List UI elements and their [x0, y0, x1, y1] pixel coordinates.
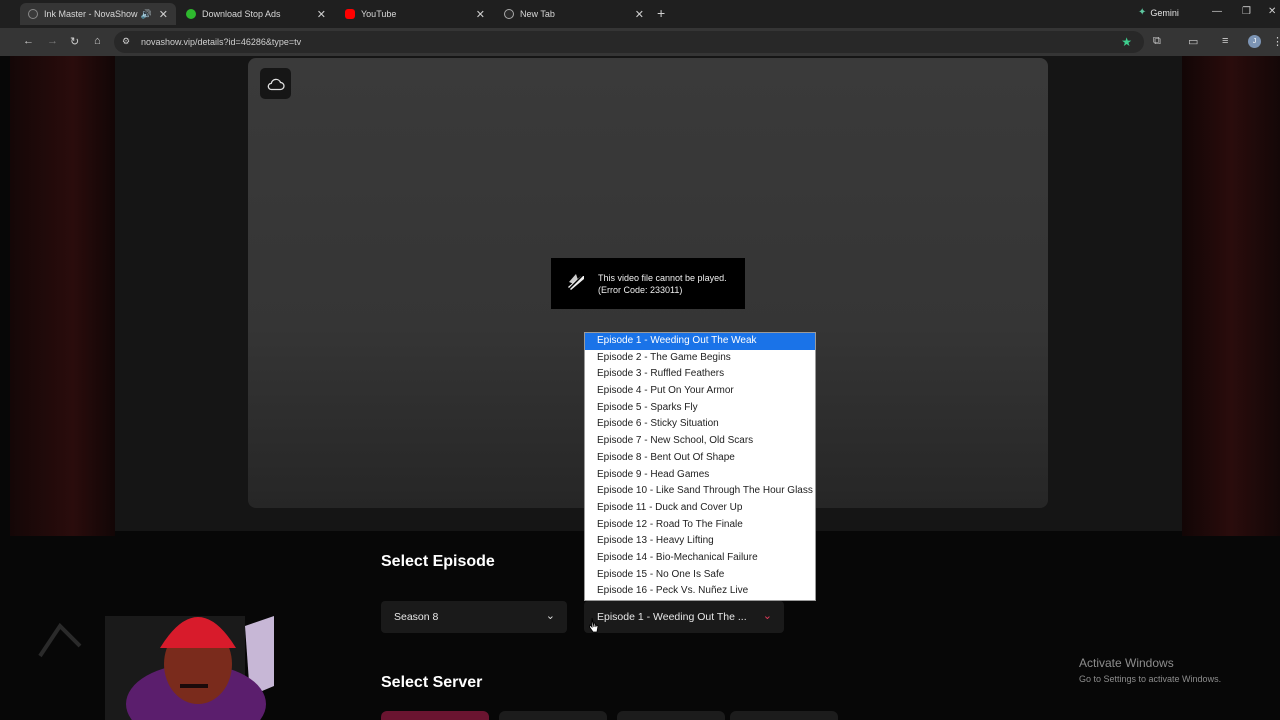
select-episode-heading: Select Episode — [381, 553, 495, 570]
episode-option[interactable]: Episode 11 - Duck and Cover Up — [585, 500, 815, 517]
episode-select[interactable]: Episode 1 - Weeding Out The ... ⌄ — [584, 601, 784, 633]
episode-option[interactable]: Episode 5 - Sparks Fly — [585, 400, 815, 417]
episode-option[interactable]: Episode 4 - Put On Your Armor — [585, 383, 815, 400]
watermark-subtitle: Go to Settings to activate Windows. — [1079, 674, 1222, 684]
tab-label: Ink Master - NovaShow — [44, 9, 138, 19]
browser-tab-strip: Ink Master - NovaShow 🔊 ✕ Download Stop … — [0, 0, 1280, 28]
episode-option[interactable]: Episode 3 - Ruffled Feathers — [585, 366, 815, 383]
episode-value: Episode 1 - Weeding Out The ... — [597, 611, 747, 623]
windows-activation-watermark: Activate Windows Go to Settings to activ… — [1079, 656, 1221, 684]
stopads-icon — [186, 9, 196, 19]
forward-icon[interactable]: → — [47, 35, 58, 47]
backdrop-right — [1182, 56, 1280, 536]
server-button[interactable] — [381, 711, 489, 720]
url-text[interactable]: novashow.vip/details?id=46286&type=tv — [141, 37, 301, 47]
speaker-icon[interactable]: 🔊 — [141, 9, 152, 20]
chevron-down-icon: ⌄ — [545, 610, 555, 622]
tab-search-icon[interactable]: ▭ — [1188, 35, 1198, 48]
tab-youtube[interactable]: YouTube ✕ — [337, 3, 493, 25]
episode-option[interactable]: Episode 15 - No One Is Safe — [585, 567, 815, 584]
media-controls-icon[interactable]: ≡ — [1222, 35, 1228, 47]
episode-option[interactable]: Episode 2 - The Game Begins — [585, 350, 815, 367]
episode-option[interactable]: Episode 8 - Bent Out Of Shape — [585, 450, 815, 467]
cloud-button[interactable] — [260, 68, 291, 99]
episode-option[interactable]: Episode 13 - Heavy Lifting — [585, 533, 815, 550]
episode-option[interactable]: Episode 6 - Sticky Situation — [585, 416, 815, 433]
cloud-icon — [267, 78, 285, 90]
episode-option[interactable]: Episode 16 - Peck Vs. Nuñez Live — [585, 583, 815, 600]
episode-option[interactable]: Episode 9 - Head Games — [585, 467, 815, 484]
backdrop-left — [10, 56, 115, 536]
error-code: (Error Code: 233011) — [598, 285, 683, 295]
episode-option[interactable]: Episode 10 - Like Sand Through The Hour … — [585, 483, 815, 500]
reload-icon[interactable]: ↻ — [70, 35, 79, 48]
tab-label: New Tab — [520, 9, 555, 19]
address-bar[interactable]: ⚙ novashow.vip/details?id=46286&type=tv … — [114, 31, 1144, 53]
select-server-heading: Select Server — [381, 674, 483, 691]
episode-option[interactable]: Episode 14 - Bio-Mechanical Failure — [585, 550, 815, 567]
season-select[interactable]: Season 8 ⌄ — [381, 601, 567, 633]
bookmark-star-icon[interactable]: ★ — [1121, 35, 1132, 49]
page-body: This video file cannot be played. (Error… — [0, 56, 1280, 720]
profile-avatar[interactable]: J — [1248, 35, 1261, 48]
broken-video-icon — [566, 272, 586, 292]
extensions-icon[interactable]: ⧉ — [1153, 35, 1161, 48]
tab-download-stop-ads[interactable]: Download Stop Ads ✕ — [178, 3, 334, 25]
site-info-icon[interactable]: ⚙ — [122, 36, 130, 47]
episode-option[interactable]: Episode 1 - Weeding Out The Weak — [585, 333, 815, 350]
tab-label: YouTube — [361, 9, 397, 19]
server-button[interactable] — [730, 711, 838, 720]
gemini-spark-icon: ✦ — [1138, 7, 1147, 18]
episode-dropdown-list[interactable]: Episode 1 - Weeding Out The Weak Episode… — [584, 332, 816, 601]
gemini-label: Gemini — [1150, 7, 1179, 18]
tab-label: Download Stop Ads — [202, 9, 281, 19]
episode-option[interactable]: Episode 12 - Road To The Finale — [585, 517, 815, 534]
close-tab-icon[interactable]: ✕ — [635, 8, 644, 21]
chevron-down-icon: ⌄ — [762, 610, 772, 622]
close-tab-icon[interactable]: ✕ — [317, 8, 326, 21]
error-message-line: This video file cannot be played. — [598, 273, 727, 283]
menu-icon[interactable]: ⋮ — [1272, 35, 1280, 48]
server-button[interactable] — [499, 711, 607, 720]
home-icon[interactable]: ⌂ — [94, 35, 101, 47]
minimize-icon[interactable]: — — [1212, 6, 1222, 17]
globe-icon — [28, 9, 38, 19]
close-tab-icon[interactable]: ✕ — [476, 8, 485, 21]
youtube-icon — [345, 9, 355, 19]
tab-ink-master[interactable]: Ink Master - NovaShow 🔊 ✕ — [20, 3, 176, 25]
webcam-overlay — [0, 586, 274, 720]
mouse-cursor-icon — [589, 617, 599, 633]
playback-error-message: This video file cannot be played. (Error… — [551, 258, 745, 309]
browser-toolbar: ← → ↻ ⌂ ⚙ novashow.vip/details?id=46286&… — [0, 28, 1280, 56]
watermark-title: Activate Windows — [1079, 656, 1174, 670]
episode-option[interactable]: Episode 7 - New School, Old Scars — [585, 433, 815, 450]
new-tab-button[interactable]: + — [657, 5, 665, 21]
restore-icon[interactable]: ❐ — [1242, 6, 1251, 17]
close-tab-icon[interactable]: ✕ — [159, 8, 168, 21]
tab-new-tab[interactable]: New Tab ✕ — [496, 3, 652, 25]
close-window-icon[interactable]: ✕ — [1268, 6, 1276, 17]
gemini-button[interactable]: ✦ Gemini — [1138, 7, 1179, 18]
globe-icon — [504, 9, 514, 19]
season-value: Season 8 — [394, 611, 439, 623]
back-icon[interactable]: ← — [23, 35, 34, 47]
server-button[interactable] — [617, 711, 725, 720]
